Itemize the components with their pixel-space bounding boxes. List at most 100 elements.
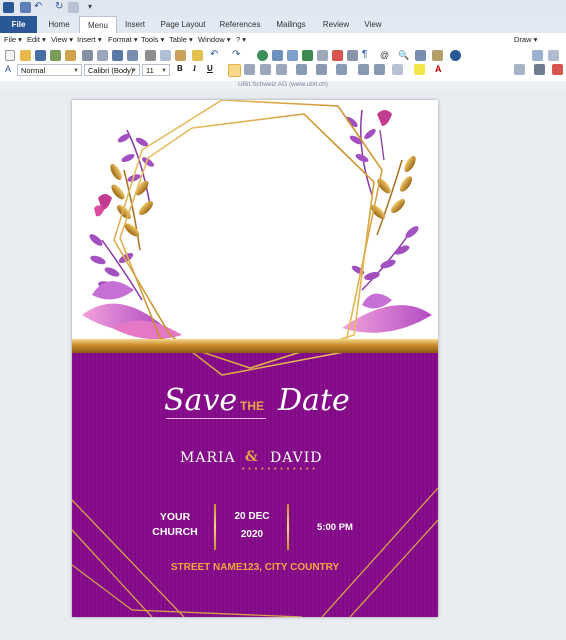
bold-button[interactable]: B [177,64,183,73]
draw-shapes-icon[interactable] [514,64,525,75]
email-icon[interactable] [65,50,76,61]
ampersand[interactable]: & [245,449,258,465]
ribbon-panel: File ▾ Edit ▾ View ▾ Insert ▾ Format ▾ T… [0,33,566,82]
save-script-text[interactable]: Save [164,383,237,418]
chevron-down-icon: ▼ [73,68,79,74]
zoom-icon[interactable]: 🔍 [398,50,409,61]
address-text[interactable]: STREET NAME123, CITY COUNTRY [72,562,438,573]
special-char-icon[interactable]: @ [380,50,391,61]
tab-menu[interactable]: Menu [79,16,117,33]
find-icon[interactable] [415,50,426,61]
menu-view[interactable]: View ▾ [51,35,73,44]
menu-draw-label: Draw [514,35,532,44]
font-combo[interactable]: Calibri (Body) ▼ [84,64,140,76]
menu-help[interactable]: ? ▾ [236,35,246,44]
fill-color-icon[interactable] [552,64,563,75]
menu-tools-label: Tools [141,35,159,44]
copy-icon[interactable] [160,50,171,61]
customize-icon[interactable]: ▾ [88,2,99,13]
style-icon[interactable]: A [5,64,16,75]
font-value: Calibri (Body) [88,66,134,75]
the-text[interactable]: THE [240,399,264,413]
tab-page-layout[interactable]: Page Layout [156,16,210,33]
time-text[interactable]: 5:00 PM [308,520,362,535]
print-preview-icon[interactable] [68,2,79,13]
date-text[interactable]: 20 DEC 2020 [222,508,282,544]
ribbon-tabs: File Home Menu Insert Page Layout Refere… [0,16,566,33]
menu-edit[interactable]: Edit ▾ [27,35,46,44]
columns-icon[interactable] [317,50,328,61]
gold-ribbon-band [72,339,438,353]
save-doc-icon[interactable] [35,50,46,61]
show-hide-icon[interactable]: ¶ [362,50,373,61]
borders-icon[interactable] [392,64,403,75]
format-painter-icon[interactable] [192,50,203,61]
menu-tools[interactable]: Tools ▾ [141,35,164,44]
drawing-icon[interactable] [332,50,343,61]
style-combo[interactable]: Normal ▼ [17,64,82,76]
tab-home[interactable]: Home [40,16,78,33]
align-right-icon[interactable] [260,64,271,75]
spelling-icon[interactable] [112,50,123,61]
new-document-icon[interactable] [5,50,15,61]
tab-file[interactable]: File [0,16,37,33]
venue-line-1: YOUR [159,511,191,523]
save-icon[interactable] [20,2,31,13]
shapes-icon[interactable] [548,50,559,61]
insert-excel-icon[interactable] [302,50,313,61]
menu-view-label: View [51,35,68,44]
line-color-icon[interactable] [534,64,545,75]
bullets-icon[interactable] [336,64,347,75]
font-size-combo[interactable]: 11 ▼ [142,64,170,76]
hyperlink-icon[interactable] [257,50,268,61]
venue-text[interactable]: YOUR CHURCH [142,510,208,540]
increase-indent-icon[interactable] [374,64,385,75]
align-center-icon[interactable] [244,64,255,75]
menu-table[interactable]: Table ▾ [169,35,193,44]
picture-icon[interactable] [532,50,543,61]
groom-name[interactable]: DAVID [270,450,323,466]
permission-icon[interactable] [50,50,61,61]
justify-icon[interactable] [276,64,287,75]
print-preview-doc-icon[interactable] [97,50,108,61]
menu-insert[interactable]: Insert ▾ [77,35,102,44]
research-icon[interactable] [127,50,138,61]
decrease-indent-icon[interactable] [358,64,369,75]
menu-draw[interactable]: Draw ▾ [514,35,537,44]
document-map-icon[interactable] [347,50,358,61]
tab-insert[interactable]: Insert [117,16,153,33]
line-spacing-icon[interactable] [296,64,307,75]
italic-button[interactable]: I [193,64,196,73]
paste-icon[interactable] [175,50,186,61]
bride-name[interactable]: MARIA [180,450,236,466]
align-left-icon[interactable] [228,64,241,77]
reading-icon[interactable] [432,50,443,61]
underline-button[interactable]: U [207,64,213,73]
print-icon[interactable] [82,50,93,61]
redo-icon[interactable]: ↻ [55,2,66,13]
font-color-icon[interactable]: A [435,64,446,75]
highlight-icon[interactable] [414,64,425,75]
numbering-icon[interactable] [316,64,327,75]
menu-file[interactable]: File ▾ [4,35,22,44]
menu-file-label: File [4,35,17,44]
tab-mailings[interactable]: Mailings [270,16,312,33]
document-page[interactable]: Save THE Date MARIA & DAVID • • • • • • … [72,100,438,617]
open-icon[interactable] [20,50,31,61]
menu-window[interactable]: Window ▾ [198,35,231,44]
redo-doc-icon[interactable]: ↷ [232,50,243,61]
help-icon[interactable] [450,50,461,61]
date-script-text[interactable]: Date [278,383,350,418]
menu-insert-label: Insert [77,35,96,44]
tab-review[interactable]: Review [318,16,354,33]
tables-borders-icon[interactable] [272,50,283,61]
undo-doc-icon[interactable]: ↶ [210,50,221,61]
tab-view[interactable]: View [358,16,388,33]
tab-references[interactable]: References [214,16,266,33]
menu-format[interactable]: Format ▾ [108,35,138,44]
cut-icon[interactable] [145,50,156,61]
menu-table-label: Table [169,35,187,44]
undo-icon[interactable]: ↶ [34,2,45,13]
separator-left [214,504,216,550]
insert-table-icon[interactable] [287,50,298,61]
